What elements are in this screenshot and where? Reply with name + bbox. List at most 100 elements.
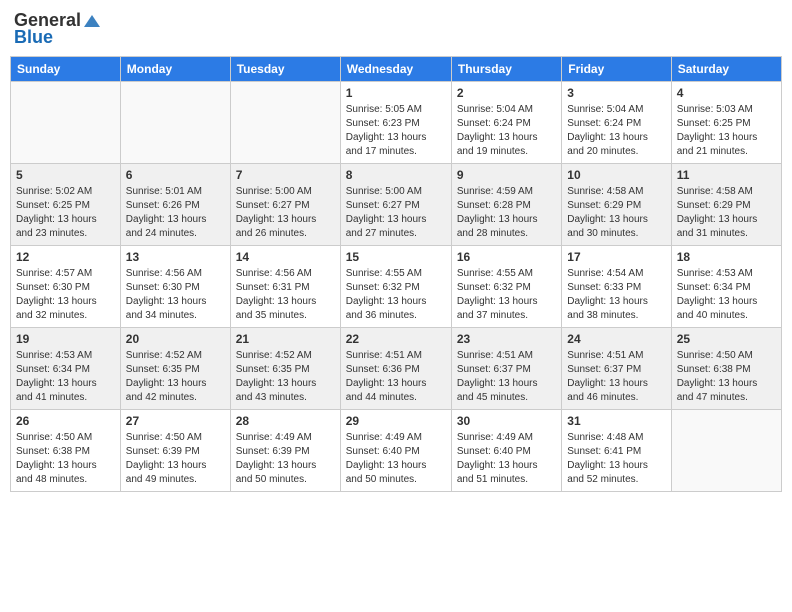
day-info: Sunrise: 4:50 AM Sunset: 6:38 PM Dayligh… [677, 349, 776, 405]
calendar-cell: 22 Sunrise: 4:51 AM Sunset: 6:36 PM Dayli… [340, 328, 451, 410]
day-info: Sunrise: 5:02 AM Sunset: 6:25 PM Dayligh… [16, 185, 115, 241]
day-info: Sunrise: 4:48 AM Sunset: 6:41 PM Dayligh… [567, 431, 665, 487]
day-number: 30 [457, 414, 556, 428]
calendar-week-1: 1 Sunrise: 5:05 AM Sunset: 6:23 PM Daylig… [11, 82, 782, 164]
calendar-cell: 14 Sunrise: 4:56 AM Sunset: 6:31 PM Dayli… [230, 246, 340, 328]
calendar-cell: 11Sunrise: 4:58 AM Sunset: 6:29 PM Dayli… [671, 164, 781, 246]
page-header: General Blue [10, 10, 782, 48]
day-info: Sunrise: 4:53 AM Sunset: 6:34 PM Dayligh… [16, 349, 115, 405]
calendar-header-row: SundayMondayTuesdayWednesdayThursdayFrid… [11, 57, 782, 82]
day-number: 15 [346, 250, 446, 264]
day-number: 6 [126, 168, 225, 182]
calendar-cell: 27 Sunrise: 4:50 AM Sunset: 6:39 PM Dayli… [120, 410, 230, 492]
day-info: Sunrise: 4:51 AM Sunset: 6:36 PM Dayligh… [346, 349, 446, 405]
day-number: 22 [346, 332, 446, 346]
day-number: 23 [457, 332, 556, 346]
day-number: 1 [346, 86, 446, 100]
calendar-cell: 20 Sunrise: 4:52 AM Sunset: 6:35 PM Dayli… [120, 328, 230, 410]
calendar-cell: 26Sunrise: 4:50 AM Sunset: 6:38 PM Dayli… [11, 410, 121, 492]
day-info: Sunrise: 5:01 AM Sunset: 6:26 PM Dayligh… [126, 185, 225, 241]
day-number: 25 [677, 332, 776, 346]
day-number: 28 [236, 414, 335, 428]
day-info: Sunrise: 5:03 AM Sunset: 6:25 PM Dayligh… [677, 103, 776, 159]
calendar-cell: 16Sunrise: 4:55 AM Sunset: 6:32 PM Dayli… [451, 246, 561, 328]
calendar-cell: 4 Sunrise: 5:03 AM Sunset: 6:25 PM Daylig… [671, 82, 781, 164]
calendar-cell: 6 Sunrise: 5:01 AM Sunset: 6:26 PM Daylig… [120, 164, 230, 246]
calendar-cell: 31 Sunrise: 4:48 AM Sunset: 6:41 PM Dayli… [562, 410, 671, 492]
day-info: Sunrise: 4:54 AM Sunset: 6:33 PM Dayligh… [567, 267, 665, 323]
day-number: 8 [346, 168, 446, 182]
day-header-tuesday: Tuesday [230, 57, 340, 82]
day-info: Sunrise: 4:49 AM Sunset: 6:40 PM Dayligh… [457, 431, 556, 487]
day-number: 16 [457, 250, 556, 264]
calendar-cell: 5Sunrise: 5:02 AM Sunset: 6:25 PM Daylig… [11, 164, 121, 246]
calendar-cell: 8 Sunrise: 5:00 AM Sunset: 6:27 PM Daylig… [340, 164, 451, 246]
calendar-cell: 25 Sunrise: 4:50 AM Sunset: 6:38 PM Dayli… [671, 328, 781, 410]
calendar-week-4: 19 Sunrise: 4:53 AM Sunset: 6:34 PM Dayli… [11, 328, 782, 410]
day-number: 7 [236, 168, 335, 182]
calendar-cell: 18Sunrise: 4:53 AM Sunset: 6:34 PM Dayli… [671, 246, 781, 328]
day-number: 12 [16, 250, 115, 264]
day-info: Sunrise: 4:58 AM Sunset: 6:29 PM Dayligh… [677, 185, 776, 241]
day-info: Sunrise: 4:49 AM Sunset: 6:39 PM Dayligh… [236, 431, 335, 487]
calendar-cell: 17 Sunrise: 4:54 AM Sunset: 6:33 PM Dayli… [562, 246, 671, 328]
day-info: Sunrise: 5:00 AM Sunset: 6:27 PM Dayligh… [346, 185, 446, 241]
logo: General Blue [14, 10, 103, 48]
day-number: 4 [677, 86, 776, 100]
day-header-wednesday: Wednesday [340, 57, 451, 82]
day-number: 13 [126, 250, 225, 264]
calendar-cell [230, 82, 340, 164]
calendar-cell: 1 Sunrise: 5:05 AM Sunset: 6:23 PM Daylig… [340, 82, 451, 164]
day-info: Sunrise: 5:00 AM Sunset: 6:27 PM Dayligh… [236, 185, 335, 241]
day-header-sunday: Sunday [11, 57, 121, 82]
day-number: 2 [457, 86, 556, 100]
calendar-cell: 12 Sunrise: 4:57 AM Sunset: 6:30 PM Dayli… [11, 246, 121, 328]
calendar-cell: 15 Sunrise: 4:55 AM Sunset: 6:32 PM Dayli… [340, 246, 451, 328]
day-header-thursday: Thursday [451, 57, 561, 82]
day-header-saturday: Saturday [671, 57, 781, 82]
day-number: 20 [126, 332, 225, 346]
day-number: 19 [16, 332, 115, 346]
day-number: 14 [236, 250, 335, 264]
day-header-friday: Friday [562, 57, 671, 82]
calendar-cell: 23 Sunrise: 4:51 AM Sunset: 6:37 PM Dayli… [451, 328, 561, 410]
day-info: Sunrise: 5:05 AM Sunset: 6:23 PM Dayligh… [346, 103, 446, 159]
calendar-cell: 7 Sunrise: 5:00 AM Sunset: 6:27 PM Daylig… [230, 164, 340, 246]
day-info: Sunrise: 4:51 AM Sunset: 6:37 PM Dayligh… [567, 349, 665, 405]
logo-blue-text: Blue [14, 27, 53, 48]
day-number: 27 [126, 414, 225, 428]
day-info: Sunrise: 4:57 AM Sunset: 6:30 PM Dayligh… [16, 267, 115, 323]
day-info: Sunrise: 4:53 AM Sunset: 6:34 PM Dayligh… [677, 267, 776, 323]
day-number: 31 [567, 414, 665, 428]
calendar-cell: 24Sunrise: 4:51 AM Sunset: 6:37 PM Dayli… [562, 328, 671, 410]
day-info: Sunrise: 4:58 AM Sunset: 6:29 PM Dayligh… [567, 185, 665, 241]
calendar-cell: 28 Sunrise: 4:49 AM Sunset: 6:39 PM Dayli… [230, 410, 340, 492]
day-info: Sunrise: 4:56 AM Sunset: 6:31 PM Dayligh… [236, 267, 335, 323]
calendar-cell: 3 Sunrise: 5:04 AM Sunset: 6:24 PM Daylig… [562, 82, 671, 164]
calendar-week-3: 12 Sunrise: 4:57 AM Sunset: 6:30 PM Dayli… [11, 246, 782, 328]
day-info: Sunrise: 4:50 AM Sunset: 6:38 PM Dayligh… [16, 431, 115, 487]
day-number: 17 [567, 250, 665, 264]
day-info: Sunrise: 5:04 AM Sunset: 6:24 PM Dayligh… [457, 103, 556, 159]
day-number: 3 [567, 86, 665, 100]
calendar-cell: 19 Sunrise: 4:53 AM Sunset: 6:34 PM Dayli… [11, 328, 121, 410]
day-info: Sunrise: 4:51 AM Sunset: 6:37 PM Dayligh… [457, 349, 556, 405]
calendar-cell [120, 82, 230, 164]
day-info: Sunrise: 4:56 AM Sunset: 6:30 PM Dayligh… [126, 267, 225, 323]
day-number: 10 [567, 168, 665, 182]
day-info: Sunrise: 4:49 AM Sunset: 6:40 PM Dayligh… [346, 431, 446, 487]
day-info: Sunrise: 4:50 AM Sunset: 6:39 PM Dayligh… [126, 431, 225, 487]
calendar-cell: 13 Sunrise: 4:56 AM Sunset: 6:30 PM Dayli… [120, 246, 230, 328]
day-info: Sunrise: 4:55 AM Sunset: 6:32 PM Dayligh… [346, 267, 446, 323]
calendar-cell: 30 Sunrise: 4:49 AM Sunset: 6:40 PM Dayli… [451, 410, 561, 492]
calendar-cell: 29Sunrise: 4:49 AM Sunset: 6:40 PM Dayli… [340, 410, 451, 492]
calendar-week-2: 5Sunrise: 5:02 AM Sunset: 6:25 PM Daylig… [11, 164, 782, 246]
day-info: Sunrise: 4:52 AM Sunset: 6:35 PM Dayligh… [126, 349, 225, 405]
calendar-week-5: 26Sunrise: 4:50 AM Sunset: 6:38 PM Dayli… [11, 410, 782, 492]
day-info: Sunrise: 4:59 AM Sunset: 6:28 PM Dayligh… [457, 185, 556, 241]
day-info: Sunrise: 4:52 AM Sunset: 6:35 PM Dayligh… [236, 349, 335, 405]
calendar-cell: 2 Sunrise: 5:04 AM Sunset: 6:24 PM Daylig… [451, 82, 561, 164]
day-info: Sunrise: 5:04 AM Sunset: 6:24 PM Dayligh… [567, 103, 665, 159]
calendar-cell: 10 Sunrise: 4:58 AM Sunset: 6:29 PM Dayli… [562, 164, 671, 246]
day-number: 21 [236, 332, 335, 346]
